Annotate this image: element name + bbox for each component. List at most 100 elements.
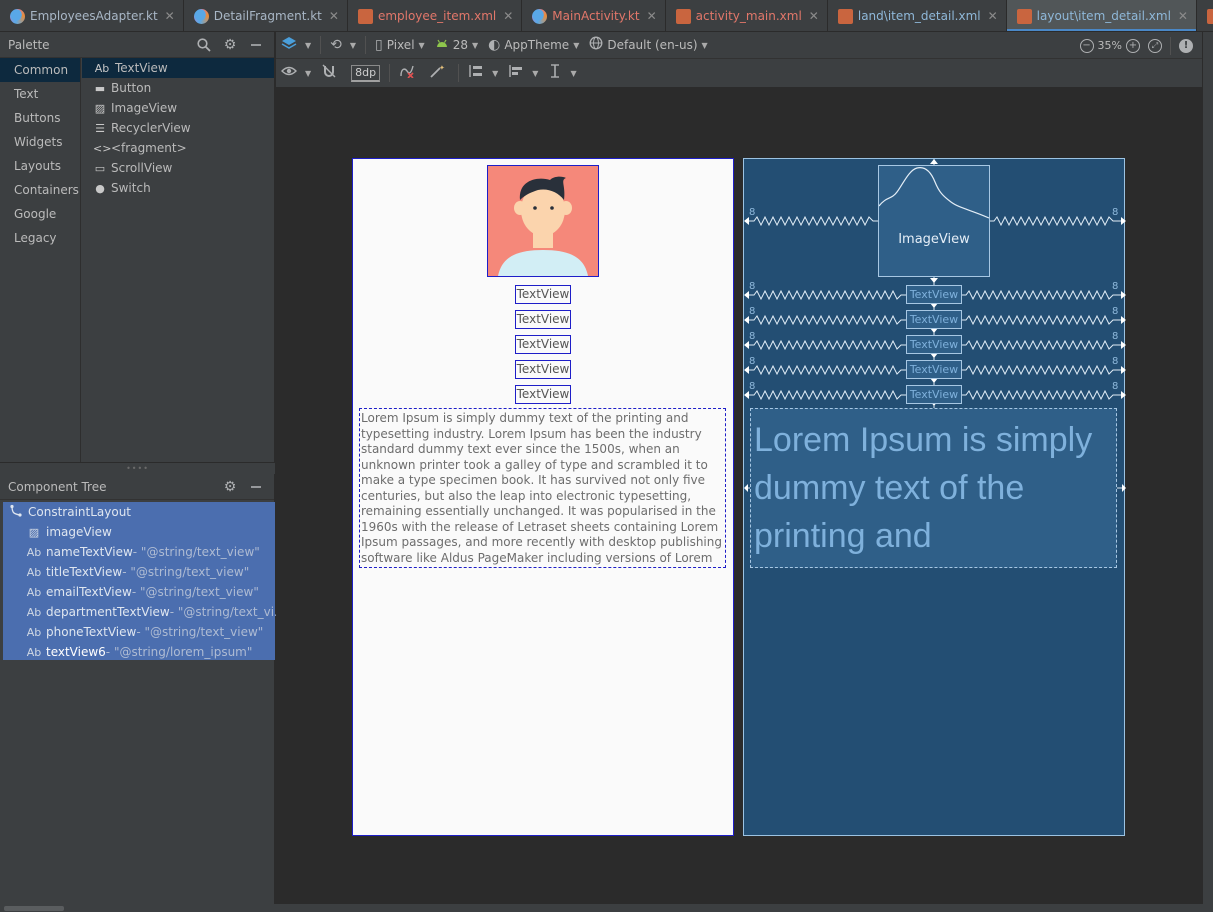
imageview-label: ImageView (898, 232, 970, 247)
blueprint-name-textview[interactable]: TextView (906, 285, 962, 304)
close-tab-icon[interactable]: ✕ (988, 9, 998, 23)
close-tab-icon[interactable]: ✕ (1178, 9, 1188, 23)
blueprint-email-textview[interactable]: TextView (906, 335, 962, 354)
editor-tab[interactable]: EmployeesAdapter.kt ✕ (0, 0, 184, 31)
lorem-textview[interactable]: Lorem Ipsum is simply dummy text of the … (359, 408, 726, 568)
search-icon[interactable] (194, 35, 214, 55)
email-textview[interactable]: TextView (515, 335, 571, 354)
textview-icon: Ab (26, 645, 42, 659)
palette-item-label: RecyclerView (111, 121, 191, 135)
design-surface-toggle[interactable]: ▼ (276, 34, 316, 56)
zoom-level: 35% (1097, 39, 1122, 52)
palette-title: Palette (8, 37, 50, 52)
minimize-icon[interactable] (246, 35, 266, 55)
palette-category[interactable]: Legacy (0, 226, 80, 250)
blueprint-lorem-textview[interactable]: Lorem Ipsum is simply dummy text of the … (750, 408, 1117, 568)
minimize-icon[interactable] (246, 477, 266, 497)
layers-icon (281, 36, 297, 54)
phone-textview[interactable]: TextView (515, 385, 571, 404)
tree-node[interactable]: Ab textView6- "@string/lorem_ipsum" (26, 642, 253, 662)
align-dropdown[interactable]: ▼ (503, 62, 543, 84)
margin-label: 8 (1112, 381, 1118, 392)
palette-item[interactable]: ▨ ImageView (82, 98, 274, 118)
palette-category[interactable]: Google (0, 202, 80, 226)
tree-node-attribute: - "@string/text_view" (132, 545, 260, 559)
locale-dropdown[interactable]: Default (en-us) ▼ (584, 34, 712, 56)
close-tab-icon[interactable]: ✕ (809, 9, 819, 23)
rotate-icon: ⟲ (330, 37, 342, 53)
view-options-dropdown[interactable]: ▼ (276, 62, 316, 84)
infer-constraints-button[interactable]: ✦ (424, 62, 454, 84)
theme-dropdown[interactable]: ◐ AppTheme ▼ (483, 34, 584, 56)
component-tree-panel: Component Tree ⚙ ConstraintLayout ▨ image… (0, 474, 285, 912)
margin-label: 8 (749, 331, 755, 342)
device-label: Pixel (386, 38, 415, 52)
tree-node[interactable]: ▨ imageView (26, 522, 112, 542)
gear-icon[interactable]: ⚙ (220, 477, 240, 497)
tree-node-name: titleTextView (46, 565, 123, 579)
palette-item-label: <fragment> (111, 141, 187, 155)
guidelines-dropdown[interactable]: ▼ (543, 62, 581, 84)
blueprint-title-textview[interactable]: TextView (906, 310, 962, 329)
xml-file-icon (1206, 8, 1213, 24)
palette-item[interactable]: Ab TextView (82, 58, 274, 78)
zoom-fit-icon[interactable]: ⤢ (1148, 38, 1162, 53)
tree-node-root[interactable]: ConstraintLayout (8, 502, 131, 522)
close-tab-icon[interactable]: ✕ (329, 9, 339, 23)
default-margin-dropdown[interactable]: 8dp (346, 62, 385, 84)
editor-tab[interactable]: DetailFragment.kt ✕ (184, 0, 348, 31)
warning-icon[interactable]: ! (1179, 38, 1193, 53)
api-level-dropdown[interactable]: 28 ▼ (430, 34, 483, 56)
palette-item[interactable]: ☰ RecyclerView (82, 118, 274, 138)
palette-header: Palette ⚙ (0, 32, 274, 58)
close-tab-icon[interactable]: ✕ (647, 9, 657, 23)
palette-item[interactable]: ▬ Button (82, 78, 274, 98)
editor-tab[interactable]: activity_main.xml ✕ (666, 0, 828, 31)
zoom-in-icon[interactable]: + (1126, 38, 1140, 53)
device-dropdown[interactable]: ▯ Pixel ▼ (370, 34, 430, 56)
tree-node[interactable]: Ab phoneTextView - "@string/text_view" (26, 622, 264, 642)
gear-icon[interactable]: ⚙ (220, 35, 240, 55)
department-textview[interactable]: TextView (515, 360, 571, 379)
editor-tab[interactable]: layout\item_detail.xml ✕ (1006, 0, 1197, 31)
palette-item[interactable]: ● Switch (82, 178, 274, 198)
clear-constraints-button[interactable] (394, 62, 424, 84)
palette-category[interactable]: Common (0, 58, 80, 82)
tree-node[interactable]: Ab nameTextView - "@string/text_view" (26, 542, 260, 562)
panel-splitter[interactable]: •••• (0, 462, 275, 474)
editor-tab[interactable]: land\item_list.xml✕ (1197, 0, 1213, 31)
design-surface[interactable]: TextView TextView TextView TextView Text… (352, 158, 734, 836)
palette-item[interactable]: ▭ ScrollView (82, 158, 274, 178)
orientation-dropdown[interactable]: ⟲ ▼ (325, 34, 361, 56)
scrollbar-thumb[interactable] (4, 906, 64, 911)
palette-item[interactable]: <> <fragment> (82, 138, 274, 158)
tree-node-name: nameTextView (46, 545, 133, 559)
xml-file-icon (1016, 8, 1032, 24)
name-textview[interactable]: TextView (515, 285, 571, 304)
close-tab-icon[interactable]: ✕ (165, 9, 175, 23)
editor-tab[interactable]: MainActivity.kt ✕ (522, 0, 666, 31)
blueprint-department-textview[interactable]: TextView (906, 360, 962, 379)
editor-tab[interactable]: land\item_detail.xml ✕ (828, 0, 1007, 31)
palette-item-icon: ● (95, 181, 105, 195)
close-tab-icon[interactable]: ✕ (503, 9, 513, 23)
pack-dropdown[interactable]: ▼ (463, 62, 503, 84)
editor-tab[interactable]: employee_item.xml ✕ (348, 0, 523, 31)
palette-category[interactable]: Layouts (0, 154, 80, 178)
blueprint-surface[interactable]: 8 8 8 8 8 8 8 8 8 8 8 8 ImageView TextVi… (743, 158, 1126, 836)
avatar-image[interactable] (487, 165, 599, 277)
palette-category[interactable]: Containers (0, 178, 80, 202)
tree-node[interactable]: Ab departmentTextView - "@string/text_vi..… (26, 602, 286, 622)
tree-node[interactable]: Ab emailTextView - "@string/text_view" (26, 582, 259, 602)
palette-category[interactable]: Text (0, 82, 80, 106)
blueprint-imageview[interactable]: ImageView (878, 165, 990, 277)
autoconnect-toggle[interactable] (316, 62, 346, 84)
zoom-out-icon[interactable]: − (1079, 38, 1094, 53)
palette-category[interactable]: Widgets (0, 130, 80, 154)
tree-node[interactable]: Ab titleTextView - "@string/text_view" (26, 562, 249, 582)
palette-category[interactable]: Buttons (0, 106, 80, 130)
title-textview[interactable]: TextView (515, 310, 571, 329)
tree-node-name: emailTextView (46, 585, 132, 599)
horizontal-scrollbar[interactable] (0, 904, 1213, 912)
blueprint-phone-textview[interactable]: TextView (906, 385, 962, 404)
